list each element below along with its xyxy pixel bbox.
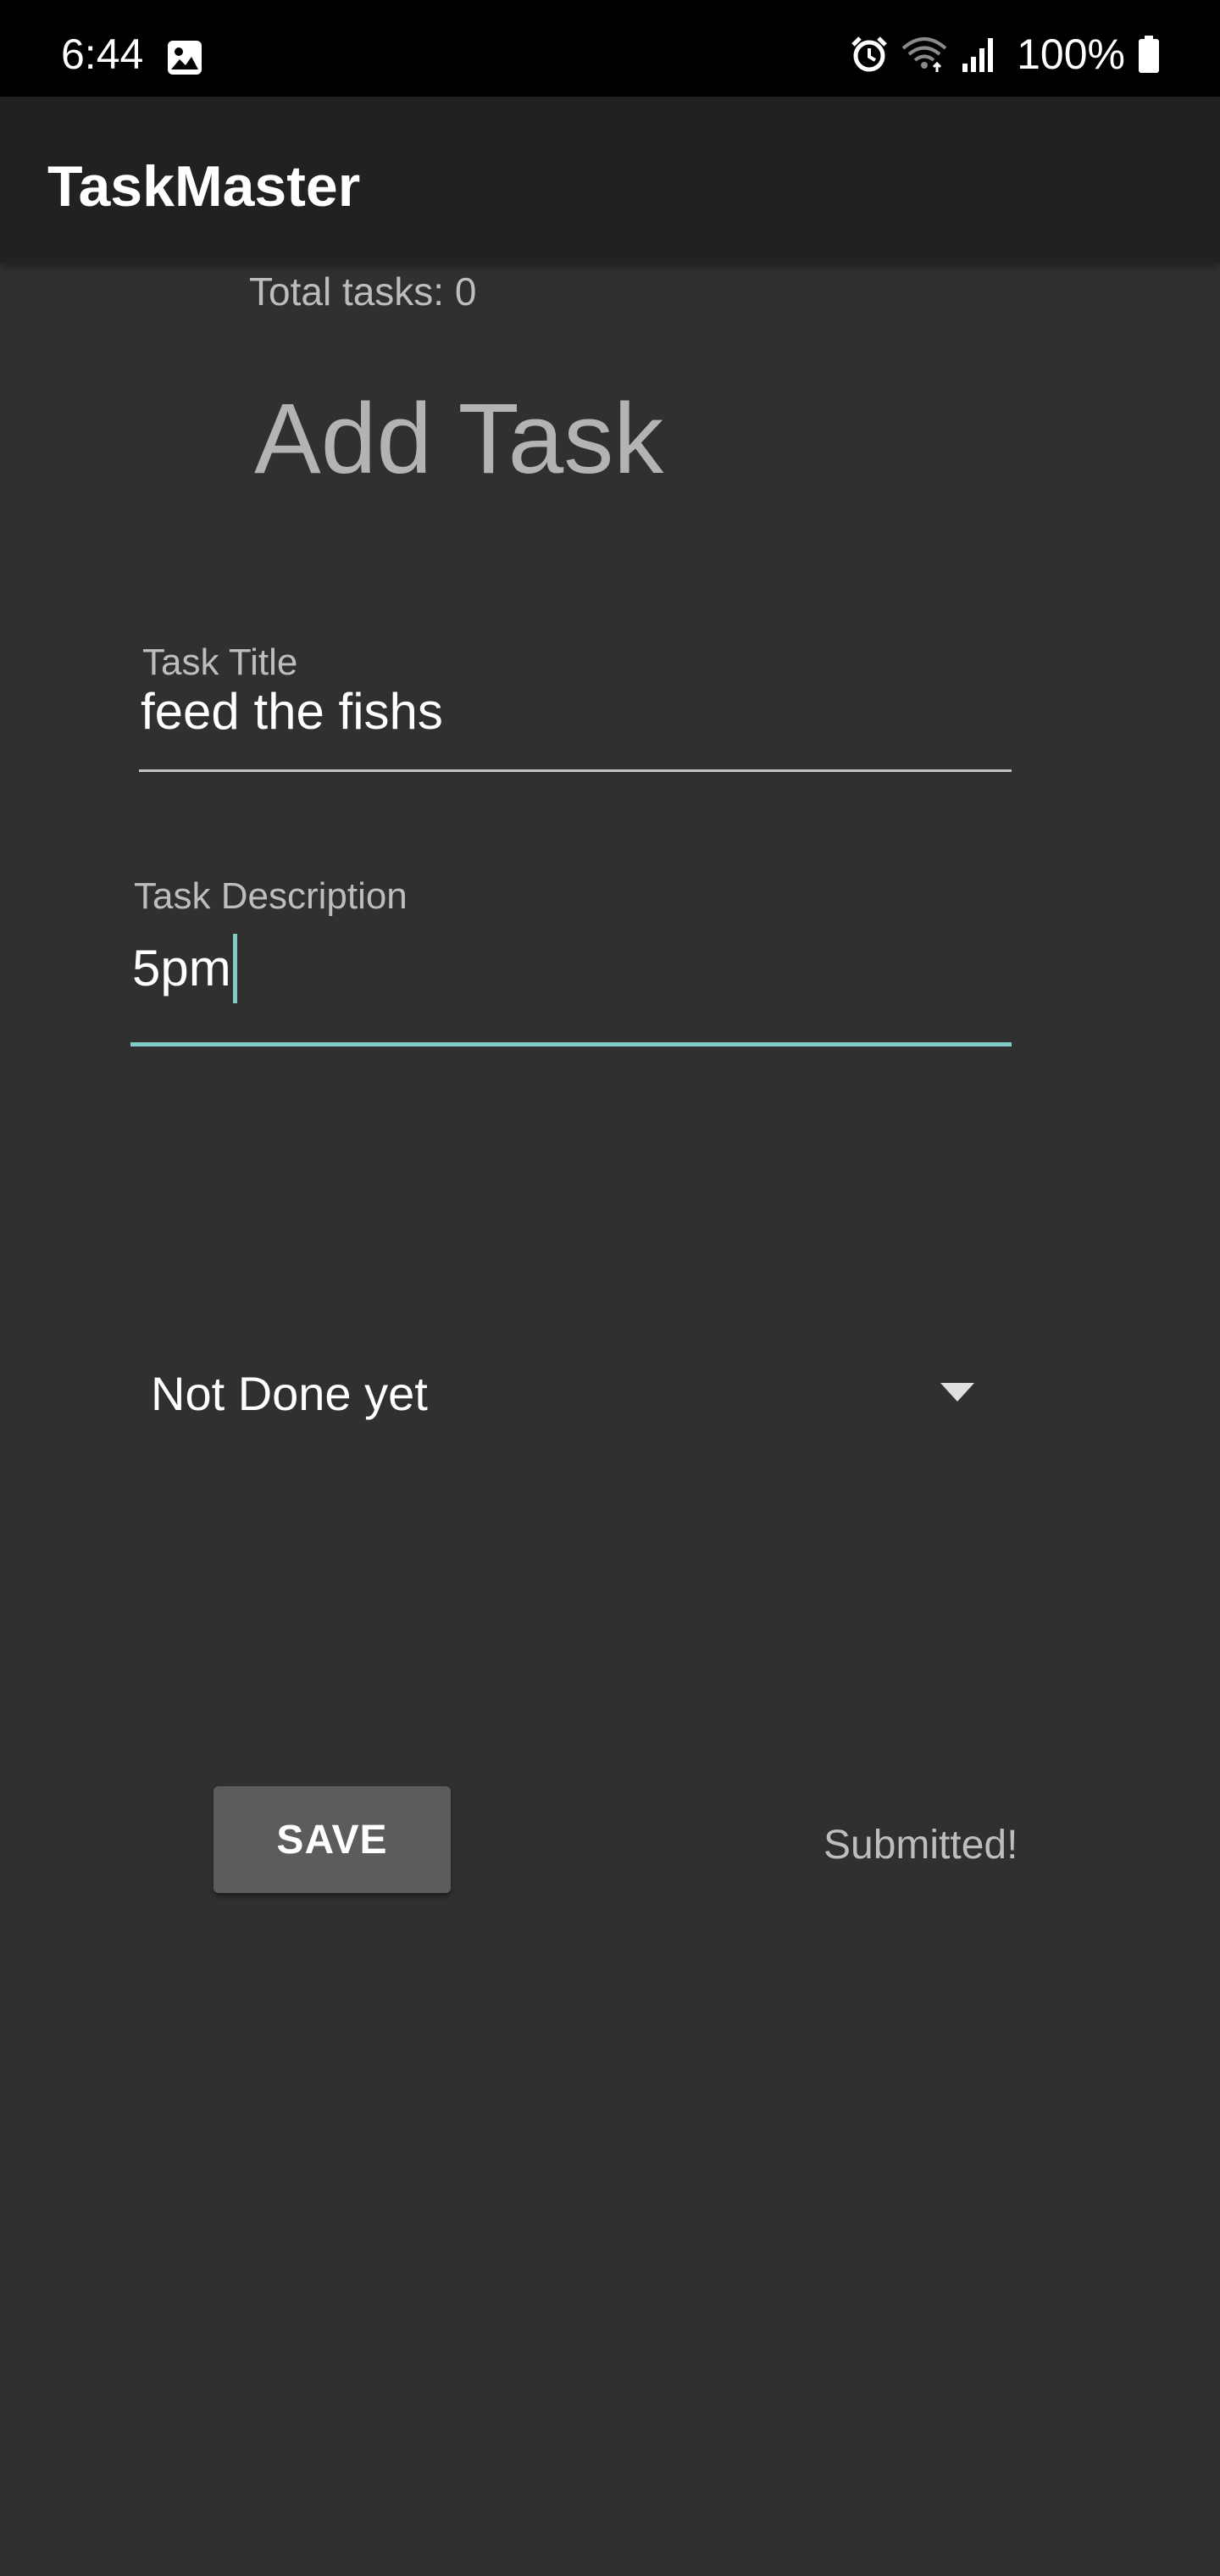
page-title: Add Task — [254, 383, 664, 495]
task-description-field[interactable]: Task Description 5pm — [130, 866, 1012, 1051]
app-bar: TaskMaster — [0, 97, 1220, 263]
status-spinner[interactable]: Not Done yet — [132, 1352, 996, 1437]
alarm-icon — [851, 35, 888, 74]
task-description-value-wrap[interactable]: 5pm — [132, 934, 237, 1007]
task-title-input[interactable]: feed the fishs — [141, 681, 443, 742]
app-title: TaskMaster — [47, 154, 361, 219]
save-button[interactable]: SAVE — [214, 1786, 451, 1893]
status-spinner-value: Not Done yet — [151, 1367, 428, 1420]
text-caret — [232, 934, 237, 1003]
total-tasks-label: Total tasks: 0 — [249, 269, 477, 314]
image-icon — [166, 39, 203, 76]
submitted-status-text: Submitted! — [824, 1823, 1018, 1868]
task-title-field[interactable]: Task Title feed the fishs — [139, 630, 1012, 774]
battery-percentage: 100% — [1017, 31, 1125, 78]
task-description-input[interactable]: 5pm — [132, 940, 231, 997]
status-icons: 100% — [851, 29, 1161, 80]
task-title-label: Task Title — [142, 641, 298, 683]
status-bar: 6:44 100% — [0, 0, 1220, 97]
signal-icon — [961, 35, 998, 74]
dropdown-arrow-icon — [940, 1383, 974, 1403]
wifi-icon — [900, 35, 949, 74]
status-time: 6:44 — [61, 31, 144, 78]
task-description-label: Task Description — [134, 875, 408, 917]
battery-icon — [1137, 35, 1161, 74]
task-description-underline — [130, 1042, 1012, 1046]
task-title-underline — [139, 769, 1012, 772]
